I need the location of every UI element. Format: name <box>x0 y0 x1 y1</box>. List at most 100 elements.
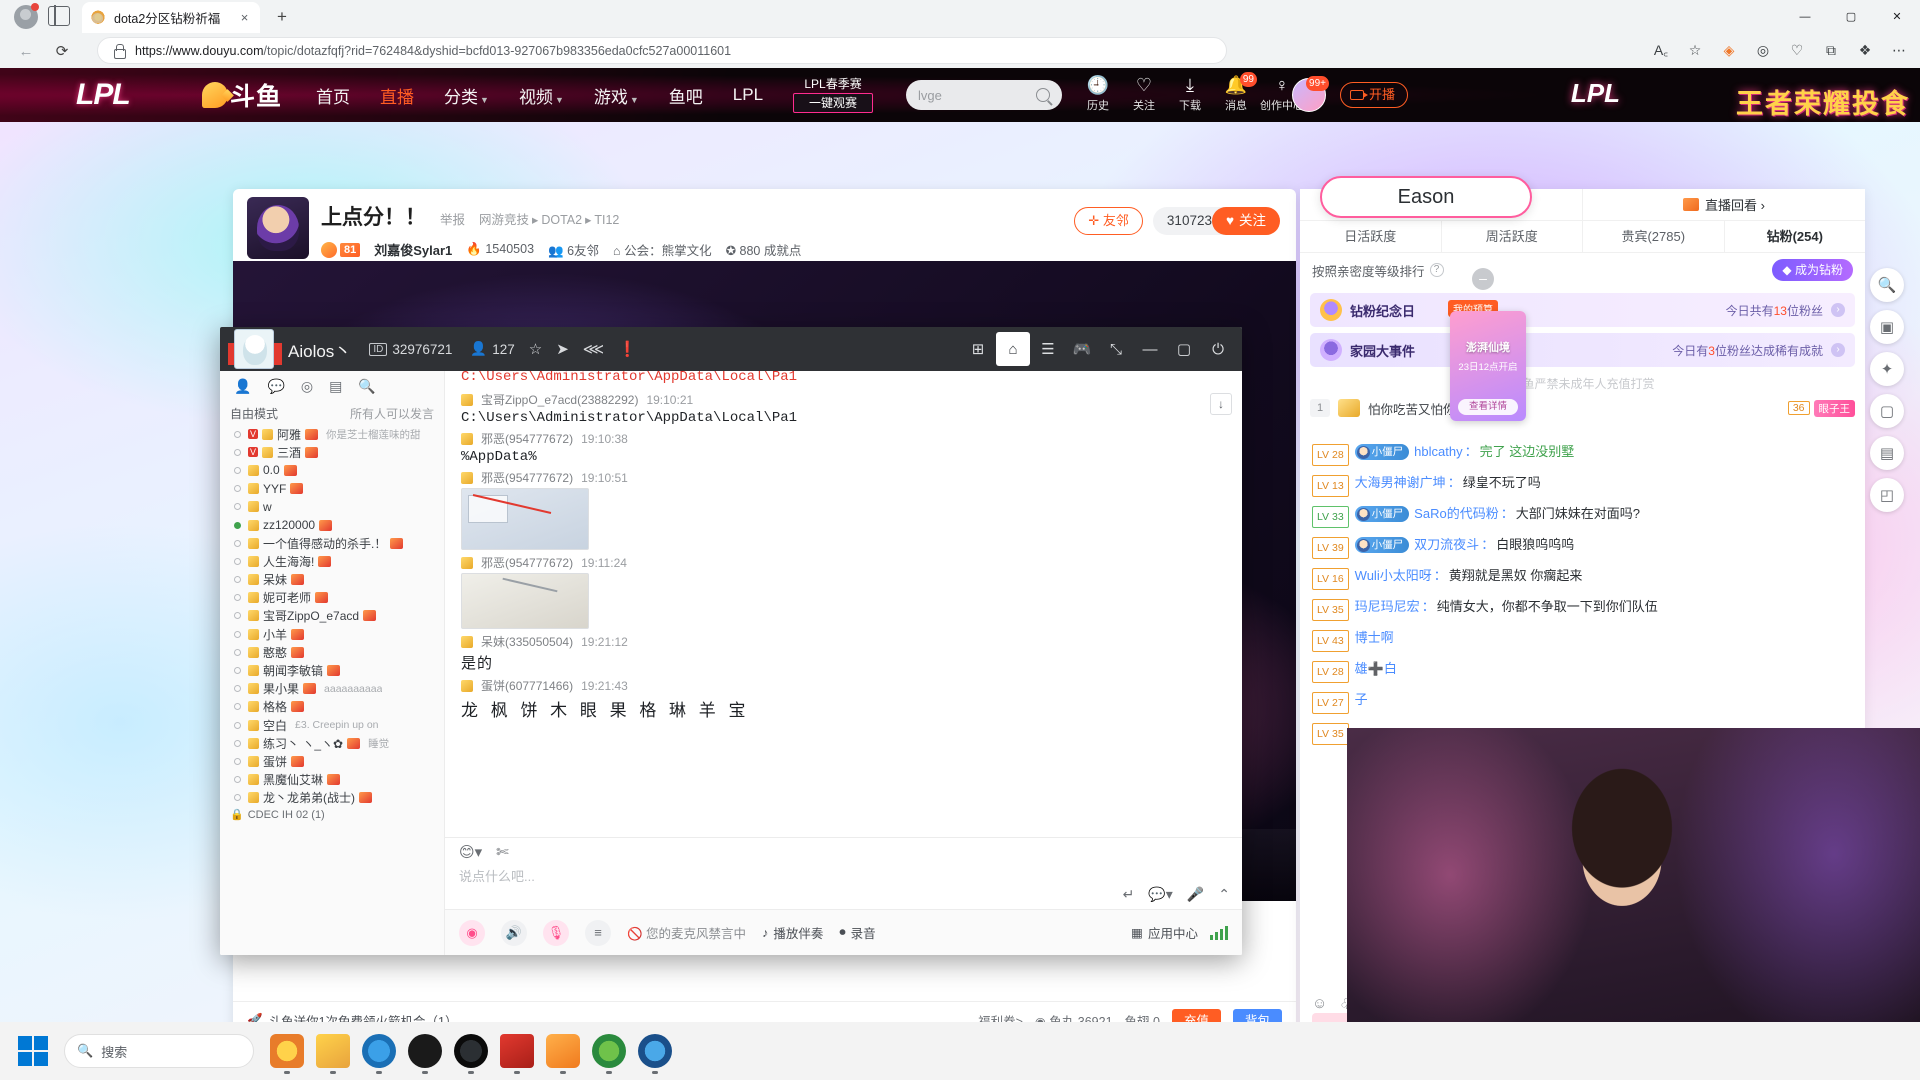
neighbors-count[interactable]: 👥 6友邻 <box>548 240 599 259</box>
douyu-logo[interactable]: 斗鱼 <box>202 77 282 113</box>
replay-link[interactable]: 直播回看 › <box>1582 189 1865 220</box>
search-rail-icon[interactable]: 🔍 <box>1870 268 1904 302</box>
report-link[interactable]: 举报 <box>440 209 465 228</box>
screenshot-icon[interactable]: ✄ <box>496 843 509 861</box>
emoji-icon[interactable]: ☺ <box>1312 995 1327 1012</box>
reload-icon[interactable]: ⟳ <box>50 39 74 63</box>
scroll-to-bottom-button[interactable]: ↓ <box>1210 393 1232 415</box>
split-screen-icon[interactable]: ⧉ <box>1816 37 1846 64</box>
copilot-icon[interactable]: ❖ <box>1850 37 1880 64</box>
pdf-icon[interactable] <box>500 1034 534 1068</box>
member-list-item[interactable]: 空白 £3. Creepin up on <box>220 716 444 734</box>
member-list-item[interactable]: 一个值得感动的杀手.！ <box>220 534 444 552</box>
star-rail-icon[interactable]: ✦ <box>1870 352 1904 386</box>
message-item[interactable]: 呆妹(335050504) 19:21:12 是的 <box>461 633 1226 673</box>
opera-icon[interactable] <box>454 1034 488 1068</box>
event-row-family[interactable]: 家园大事件 今日有3位粉丝达成稀有成就 › <box>1310 333 1855 367</box>
chat-message[interactable]: LV 28 雄➕白 <box>1300 656 1865 687</box>
tab-diamond-fans[interactable]: 钻粉(254) <box>1723 221 1866 252</box>
tab-actions-icon[interactable] <box>48 5 70 26</box>
breadcrumb-item-event[interactable]: TI12 <box>594 213 619 227</box>
member-list-item[interactable]: 小羊 <box>220 625 444 643</box>
member-list-item[interactable]: 朝闻李敏镐 <box>220 661 444 679</box>
nav-item-yuba[interactable]: 鱼吧 <box>669 83 703 108</box>
qq-maximize-button[interactable]: ▢ <box>1168 334 1200 364</box>
settings-menu-icon[interactable]: ⋯ <box>1884 37 1914 64</box>
rank-row[interactable]: 1 怕你吃苦又怕你开路虎 36 眼子王 <box>1300 395 1865 421</box>
tab-close-icon[interactable]: × <box>237 10 252 25</box>
message-item[interactable]: 邪恶(954777672) 19:11:24 <box>461 554 1226 629</box>
tab-daily-activity[interactable]: 日活跃度 <box>1300 221 1441 252</box>
music-icon[interactable] <box>408 1034 442 1068</box>
chat-username[interactable]: 雄➕白 <box>1355 660 1397 678</box>
steam-icon[interactable] <box>638 1034 672 1068</box>
add-friend-button[interactable]: ✛ 友邻 <box>1074 207 1143 235</box>
game-icon[interactable]: 🎮 <box>1066 334 1098 364</box>
download-icon[interactable]: ⤓ 下载 <box>1167 74 1213 113</box>
breadcrumb-item-game[interactable]: DOTA2 <box>541 213 582 227</box>
start-live-button[interactable]: 开播 <box>1340 82 1409 108</box>
cards-rail-icon[interactable]: ◰ <box>1870 478 1904 512</box>
back-icon[interactable]: ← <box>14 39 38 63</box>
chevron-right-icon[interactable]: › <box>1831 303 1845 317</box>
achievement-points[interactable]: ✪ 880 成就点 <box>726 240 802 259</box>
mic-icon[interactable]: 🎤 <box>1187 886 1204 903</box>
explorer-icon[interactable] <box>316 1034 350 1068</box>
qq-chat-window[interactable]: Aiolos丶 ID 32976721 👤 127 ☆ ➤ ⋘ ❗ ⊞ ⌂ ☰ <box>220 327 1242 955</box>
message-item[interactable]: 邪恶(954777672) 19:10:51 <box>461 469 1226 550</box>
browser-tab[interactable]: dota2分区钻粉祈福 × <box>82 2 260 33</box>
chat-message[interactable]: LV 39 小僵尸 双刀流夜斗： 白眼狼呜呜呜 <box>1300 532 1865 563</box>
member-list-item[interactable]: YYF <box>220 480 444 498</box>
message-item[interactable]: 蛋饼(607771466) 19:21:43 龙 枫 饼 木 眼 果 格 琳 羊… <box>461 677 1226 721</box>
become-diamond-fan-button[interactable]: ◆ 成为钻粉 <box>1772 259 1853 281</box>
member-list-item[interactable]: 呆妹 <box>220 571 444 589</box>
search-icon[interactable] <box>1036 88 1050 102</box>
header-banner[interactable]: LPL 王者荣耀投食 <box>1420 68 1920 122</box>
qq-minimize-button[interactable]: — <box>1134 334 1166 364</box>
mic-toggle-icon[interactable]: 🎙 <box>543 919 569 946</box>
message-item[interactable]: 宝哥ZippO_e7acd(23882292) 19:10:21 C:\User… <box>461 391 1226 426</box>
lpl-logo[interactable]: LPL <box>76 78 192 112</box>
list-icon[interactable]: ☰ <box>1032 334 1064 364</box>
nav-item-live[interactable]: 直播 <box>380 83 414 108</box>
location-icon[interactable]: ◎ <box>301 378 313 395</box>
member-list-item[interactable]: 宝哥ZippO_e7acd <box>220 607 444 625</box>
chat-message[interactable]: LV 27 子 <box>1300 687 1865 718</box>
chat-username[interactable]: 玛尼玛尼宏 <box>1355 598 1420 616</box>
breadcrumb-item-category[interactable]: 网游竞技 <box>479 213 529 227</box>
help-icon[interactable]: ? <box>1429 263 1444 277</box>
qq-close-button[interactable]: ⏻ <box>1202 334 1234 364</box>
nav-item-game[interactable]: 游戏 ▼ <box>594 83 639 108</box>
member-list-item[interactable]: zz120000 <box>220 516 444 534</box>
chat-mode-icon[interactable]: 💬▾ <box>1148 886 1172 903</box>
qq-icon[interactable] <box>546 1034 580 1068</box>
emoji-icon[interactable]: 😊▾ <box>459 843 482 861</box>
widget-icon[interactable] <box>270 1034 304 1068</box>
group-avatar[interactable] <box>234 329 274 369</box>
history-icon[interactable]: 🕘 历史 <box>1075 74 1121 113</box>
search-box[interactable]: lvge <box>906 80 1062 110</box>
guild-name[interactable]: ⌂ 公会：熊掌文化 <box>613 240 712 259</box>
tab-vip[interactable]: 贵宾(2785) <box>1582 221 1724 252</box>
chat-message[interactable]: LV 16 Wuli小太阳呀： 黄翔就是黑奴 你瘸起来 <box>1300 563 1865 594</box>
start-button[interactable] <box>16 1034 50 1068</box>
qq-titlebar[interactable]: Aiolos丶 ID 32976721 👤 127 ☆ ➤ ⋘ ❗ ⊞ ⌂ ☰ <box>220 327 1242 371</box>
promo-card[interactable]: 澎湃仙境 23日12点开启 查看详情 <box>1450 311 1526 421</box>
nav-item-lpl[interactable]: LPL <box>733 85 763 105</box>
favorite-icon[interactable]: ☆ <box>1680 37 1710 64</box>
search-icon[interactable]: 🔍 <box>358 378 375 395</box>
taskbar-search[interactable]: 🔍 搜索 <box>64 1034 254 1068</box>
bag-rail-icon[interactable]: ▢ <box>1870 394 1904 428</box>
member-list-item[interactable]: w <box>220 498 444 516</box>
chat-message[interactable]: LV 33 小僵尸 SaRo的代码粉： 大部门妹妹在对面吗? <box>1300 501 1865 532</box>
chat-message[interactable]: LV 43 博士啊 <box>1300 625 1865 656</box>
firefox-icon[interactable] <box>592 1034 626 1068</box>
window-maximize-button[interactable]: ▢ <box>1828 0 1874 33</box>
eason-card[interactable]: Eason <box>1320 176 1532 218</box>
message-item[interactable]: 邪恶(954777672) 19:10:38 %AppData% <box>461 430 1226 465</box>
rewards-icon[interactable]: ◈ <box>1714 37 1744 64</box>
chevron-right-icon[interactable]: › <box>1831 343 1845 357</box>
member-list-item[interactable]: 格格 <box>220 698 444 716</box>
member-list-item[interactable]: 果小果 aaaaaaaaaa <box>220 680 444 698</box>
message-image-attachment[interactable] <box>461 573 589 629</box>
